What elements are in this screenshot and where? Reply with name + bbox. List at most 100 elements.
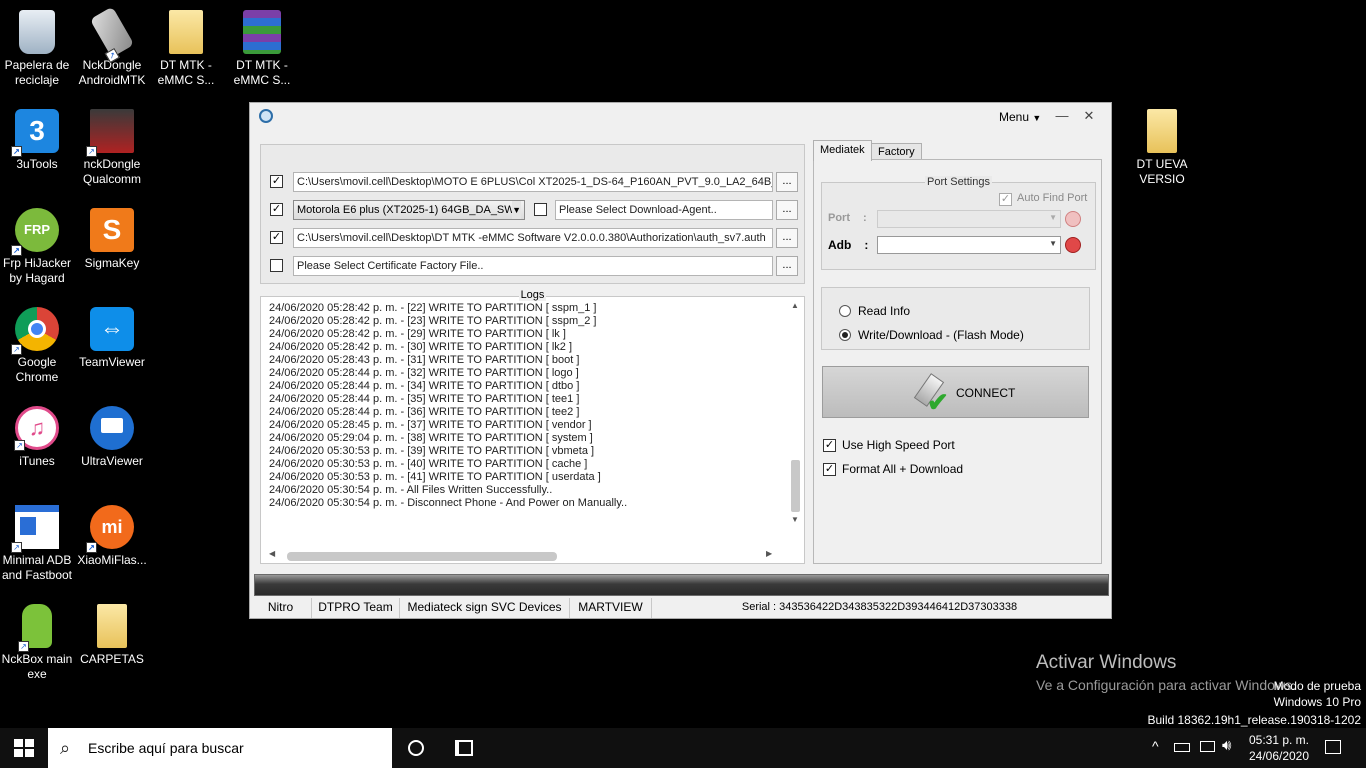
desktop-icon-label: DT MTK -eMMC S...: [233, 58, 291, 87]
desktop-icon-frp-hijacker[interactable]: FRP ↗ Frp HiJacker by Hagard: [0, 202, 75, 286]
recycle-bin-icon: [19, 10, 55, 54]
firmware-row: ✓ C:\Users\movil.cell\Desktop\MOTO E 6PL…: [269, 172, 799, 192]
log-line: 24/06/2020 05:28:45 p. m. - [37] WRITE T…: [269, 419, 592, 431]
desktop-icon-label: Minimal ADB and Fastboot: [1, 553, 73, 582]
windows-logo-icon: [14, 739, 34, 757]
auth-browse-button[interactable]: ...: [776, 228, 798, 248]
battery-icon[interactable]: [1174, 743, 1190, 752]
adb-select[interactable]: ▼: [877, 236, 1061, 254]
scroll-right-arrow-icon[interactable]: ▶: [766, 549, 772, 558]
tab-factory[interactable]: Factory: [871, 143, 922, 160]
nck-qualcomm-icon: ↗: [86, 109, 134, 157]
certificate-path-field[interactable]: Please Select Certificate Factory File..: [293, 256, 773, 276]
cortana-icon[interactable]: [408, 740, 424, 756]
adb-icon: ↗: [11, 505, 59, 553]
desktop-icon-nckbox[interactable]: ↗ NckBox main exe: [0, 598, 75, 682]
log-line: 24/06/2020 05:28:44 p. m. - [36] WRITE T…: [269, 406, 580, 418]
certificate-browse-button[interactable]: ...: [776, 256, 798, 276]
taskbar-search-box[interactable]: ⌕ Escribe aquí para buscar: [48, 728, 392, 768]
network-icon[interactable]: [1200, 741, 1215, 752]
certificate-checkbox[interactable]: [270, 259, 283, 272]
scroll-left-arrow-icon[interactable]: ◀: [269, 549, 275, 558]
shortcut-arrow-icon: ↗: [11, 344, 22, 355]
write-download-label: Write/Download - (Flash Mode): [858, 328, 1024, 342]
mode-group: Read Info Write/Download - (Flash Mode): [821, 287, 1090, 350]
desktop-icon-dt-mtk-folder[interactable]: DT MTK -eMMC S...: [148, 4, 224, 88]
edition-text: Windows 10 Pro: [1273, 695, 1361, 709]
auth-checkbox[interactable]: ✓: [270, 231, 283, 244]
itunes-icon: ♫ ↗: [14, 406, 59, 451]
menu-button[interactable]: Menu ▼: [999, 110, 1041, 124]
volume-icon[interactable]: 🔊︎: [1222, 737, 1231, 754]
minimize-button[interactable]: —: [1050, 107, 1074, 125]
read-info-radio[interactable]: [839, 305, 851, 317]
log-line: 24/06/2020 05:29:04 p. m. - [38] WRITE T…: [269, 432, 593, 444]
desktop-icon-sigmakey[interactable]: S SigmaKey: [74, 202, 150, 271]
connect-button[interactable]: ✔ CONNECT: [822, 366, 1089, 418]
connect-icon: ✔: [913, 373, 949, 417]
port-refresh-icon[interactable]: [1065, 211, 1081, 227]
desktop-icon-label: SigmaKey: [84, 256, 140, 270]
auto-find-port-checkbox[interactable]: ✓: [999, 193, 1012, 206]
download-agent-field[interactable]: Please Select Download-Agent..: [555, 200, 773, 220]
start-button[interactable]: [0, 728, 48, 768]
task-view-icon[interactable]: [455, 740, 473, 756]
xiaomi-icon: mi ↗: [86, 505, 134, 553]
scroll-thumb[interactable]: [287, 552, 557, 561]
agent-browse-button[interactable]: ...: [776, 200, 798, 220]
action-center-icon[interactable]: [1325, 740, 1341, 754]
firmware-path-field[interactable]: C:\Users\movil.cell\Desktop\MOTO E 6PLUS…: [293, 172, 773, 192]
log-line: 24/06/2020 05:30:54 p. m. - All Files Wr…: [269, 484, 553, 496]
scroll-down-arrow-icon[interactable]: ▼: [791, 515, 799, 524]
desktop-icon-label: UltraViewer: [81, 454, 143, 468]
desktop-icon-nck-qualcomm[interactable]: ↗ nckDongle Qualcomm: [74, 103, 150, 187]
desktop-icon-recycle-bin[interactable]: Papelera de reciclaje: [0, 4, 75, 88]
shortcut-arrow-icon: ↗: [11, 146, 22, 157]
dropdown-arrow-icon: ▼: [1049, 213, 1057, 222]
ultraviewer-icon: [90, 406, 134, 450]
activation-watermark: Activar Windows: [1036, 652, 1177, 673]
desktop-icon-xiaomiflash[interactable]: mi ↗ XiaoMiFlas...: [74, 499, 150, 568]
model-checkbox[interactable]: ✓: [270, 203, 283, 216]
file-selection-panel: ✓ C:\Users\movil.cell\Desktop\MOTO E 6PL…: [260, 144, 805, 284]
log-line: 24/06/2020 05:28:42 p. m. - [29] WRITE T…: [269, 328, 566, 340]
agent-checkbox[interactable]: [534, 203, 547, 216]
firmware-checkbox[interactable]: ✓: [270, 175, 283, 188]
desktop-icon-carpetas[interactable]: CARPETAS: [74, 598, 150, 667]
status-martview: MARTVIEW: [570, 598, 652, 618]
desktop-icon-label: nckDongle Qualcomm: [82, 157, 141, 186]
desktop-icon-dt-mtk-archive[interactable]: DT MTK -eMMC S...: [224, 4, 300, 88]
status-serial: Serial : 343536422D343835322D393446412D3…: [741, 601, 1018, 613]
title-bar[interactable]: Menu ▼ — ✕: [250, 103, 1111, 131]
show-hidden-icons-chevron-icon[interactable]: ^: [1152, 738, 1159, 754]
desktop-icon-ultraviewer[interactable]: UltraViewer: [74, 400, 150, 469]
adb-refresh-icon[interactable]: [1065, 237, 1081, 253]
write-download-radio[interactable]: [839, 329, 851, 341]
format-all-checkbox[interactable]: ✓: [823, 463, 836, 476]
log-line: 24/06/2020 05:28:42 p. m. - [22] WRITE T…: [269, 302, 597, 314]
model-select[interactable]: Motorola E6 plus (XT2025-1) 64GB_DA_SW ▼: [293, 200, 525, 220]
close-button[interactable]: ✕: [1077, 107, 1101, 125]
logs-horizontal-scrollbar[interactable]: ◀ ▶: [261, 546, 789, 563]
log-line: 24/06/2020 05:30:53 p. m. - [39] WRITE T…: [269, 445, 595, 457]
high-speed-port-checkbox[interactable]: ✓: [823, 439, 836, 452]
desktop-icon-itunes[interactable]: ♫ ↗ iTunes: [0, 400, 75, 469]
logs-vertical-scrollbar[interactable]: ▲ ▼: [787, 297, 804, 527]
desktop-icon-3utools[interactable]: 3 ↗ 3uTools: [0, 103, 75, 172]
auth-path-field[interactable]: C:\Users\movil.cell\Desktop\DT MTK -eMMC…: [293, 228, 773, 248]
desktop-icon-chrome[interactable]: ↗ Google Chrome: [0, 301, 75, 385]
desktop-icon-teamviewer[interactable]: ⇔ TeamViewer: [74, 301, 150, 370]
port-settings-title: Port Settings: [925, 176, 992, 188]
desktop-icon-dt-nueva[interactable]: DT UEVA VERSIO: [1124, 103, 1200, 187]
scroll-thumb[interactable]: [791, 460, 800, 512]
scroll-up-arrow-icon[interactable]: ▲: [791, 301, 799, 310]
tab-mediatek[interactable]: Mediatek: [813, 140, 872, 161]
chrome-icon: ↗: [11, 307, 59, 355]
desktop-icon-nckdongle-mtk[interactable]: ↗ NckDongle AndroidMTK: [74, 4, 150, 88]
port-select[interactable]: ▼: [877, 210, 1061, 228]
desktop-icon-label: DT MTK -eMMC S...: [157, 58, 215, 87]
desktop-icon-minimal-adb[interactable]: ↗ Minimal ADB and Fastboot: [0, 499, 75, 583]
clock[interactable]: 05:31 p. m. 24/06/2020: [1246, 732, 1312, 764]
firmware-browse-button[interactable]: ...: [776, 172, 798, 192]
port-settings-group: Port Settings ✓ Auto Find Port Port: ▼ A…: [821, 176, 1096, 270]
